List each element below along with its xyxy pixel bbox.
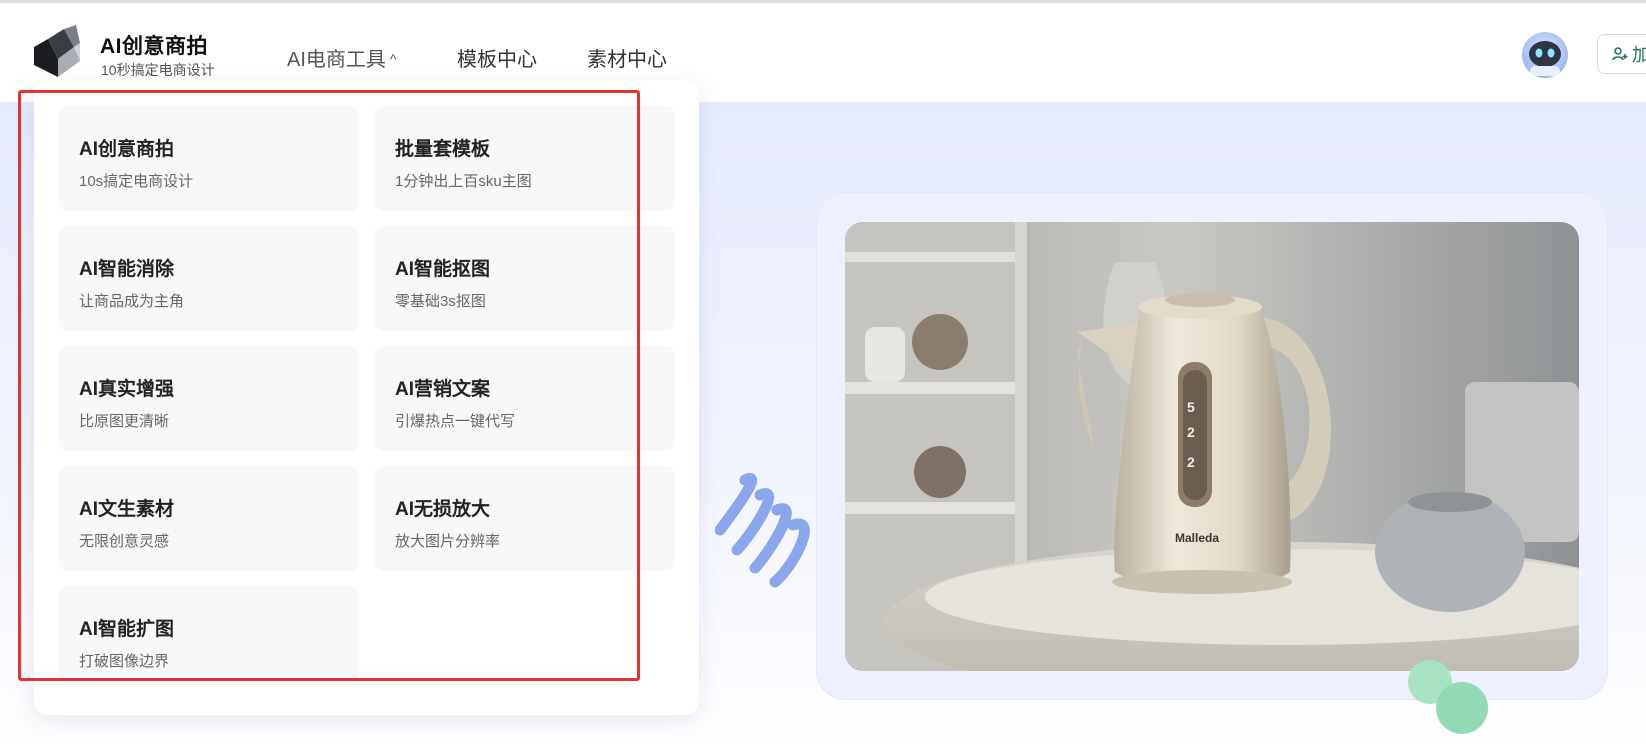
tool-title: AI真实增强 bbox=[79, 379, 175, 400]
tool-card-batch-template[interactable]: 批量套模板 1分钟出上百sku主图 bbox=[374, 106, 675, 211]
tool-card-ai-cutout[interactable]: AI智能抠图 零基础3s抠图 bbox=[374, 226, 675, 331]
kettle-display-2: 2 bbox=[1187, 424, 1195, 440]
tool-subtitle: 无限创意灵感 bbox=[79, 533, 170, 550]
ai-tools-dropdown: AI创意商拍 10s搞定电商设计 批量套模板 1分钟出上百sku主图 AI智能消… bbox=[34, 80, 699, 715]
kettle-display-3: 2 bbox=[1187, 454, 1195, 470]
join-button-label: 加 bbox=[1632, 45, 1646, 65]
robot-face-icon bbox=[1529, 41, 1561, 76]
tool-card-ai-outpaint[interactable]: AI智能扩图 打破图像边界 bbox=[58, 586, 359, 680]
hero-product-image: 5 2 2 Malleda bbox=[845, 222, 1579, 671]
robot-avatar-icon[interactable] bbox=[1522, 32, 1568, 78]
nav-materials[interactable]: 素材中心 bbox=[587, 43, 667, 72]
brand-logo-icon bbox=[34, 25, 80, 77]
nav-ai-tools[interactable]: AI电商工具 ^ bbox=[287, 43, 396, 72]
tool-subtitle: 10s搞定电商设计 bbox=[79, 173, 194, 190]
nav-ai-tools-label: AI电商工具 bbox=[287, 49, 386, 71]
nav-templates[interactable]: 模板中心 bbox=[457, 43, 537, 72]
tool-card-ai-enhance[interactable]: AI真实增强 比原图更清晰 bbox=[58, 346, 359, 451]
tool-title: AI文生素材 bbox=[79, 499, 175, 520]
tool-subtitle: 零基础3s抠图 bbox=[395, 293, 486, 310]
tool-card-ai-eraser[interactable]: AI智能消除 让商品成为主角 bbox=[58, 226, 359, 331]
kettle-display-1: 5 bbox=[1187, 399, 1195, 415]
kettle-brand-label: Malleda bbox=[1175, 531, 1219, 545]
tool-title: AI营销文案 bbox=[395, 379, 491, 400]
tool-subtitle: 让商品成为主角 bbox=[79, 293, 185, 310]
brand-subtitle: 10秒搞定电商设计 bbox=[101, 62, 215, 78]
tool-card-ai-upscale[interactable]: AI无损放大 放大图片分辨率 bbox=[374, 466, 675, 571]
tool-title: 批量套模板 bbox=[395, 139, 491, 160]
tool-title: AI智能消除 bbox=[79, 259, 175, 280]
green-balls-decoration bbox=[1408, 660, 1488, 734]
join-button[interactable]: 加 bbox=[1597, 34, 1646, 74]
tool-title: AI创意商拍 bbox=[79, 139, 175, 160]
tool-subtitle: 引爆热点一键代写 bbox=[395, 413, 516, 430]
tool-card-ai-copywriting[interactable]: AI营销文案 引爆热点一键代写 bbox=[374, 346, 675, 451]
tool-card-ai-text-to-material[interactable]: AI文生素材 无限创意灵感 bbox=[58, 466, 359, 571]
brand-title[interactable]: AI创意商拍 bbox=[100, 30, 208, 60]
add-user-icon bbox=[1612, 47, 1628, 61]
tool-subtitle: 1分钟出上百sku主图 bbox=[395, 173, 532, 190]
tool-title: AI无损放大 bbox=[395, 499, 491, 520]
tool-subtitle: 放大图片分辨率 bbox=[395, 533, 501, 550]
kettle-scene: 5 2 2 Malleda bbox=[845, 222, 1579, 671]
chevron-up-icon: ^ bbox=[389, 51, 397, 67]
page: 5 2 2 Malleda AI创意商拍 10秒搞定电商设计 AI电商工具 ^ 模… bbox=[0, 0, 1646, 751]
tool-title: AI智能扩图 bbox=[79, 619, 175, 640]
tool-card-ai-creative-shoot[interactable]: AI创意商拍 10s搞定电商设计 bbox=[58, 106, 359, 211]
tool-title: AI智能抠图 bbox=[395, 259, 491, 280]
tool-subtitle: 比原图更清晰 bbox=[79, 413, 170, 430]
spring-decoration bbox=[715, 472, 810, 588]
tool-subtitle: 打破图像边界 bbox=[79, 653, 170, 670]
